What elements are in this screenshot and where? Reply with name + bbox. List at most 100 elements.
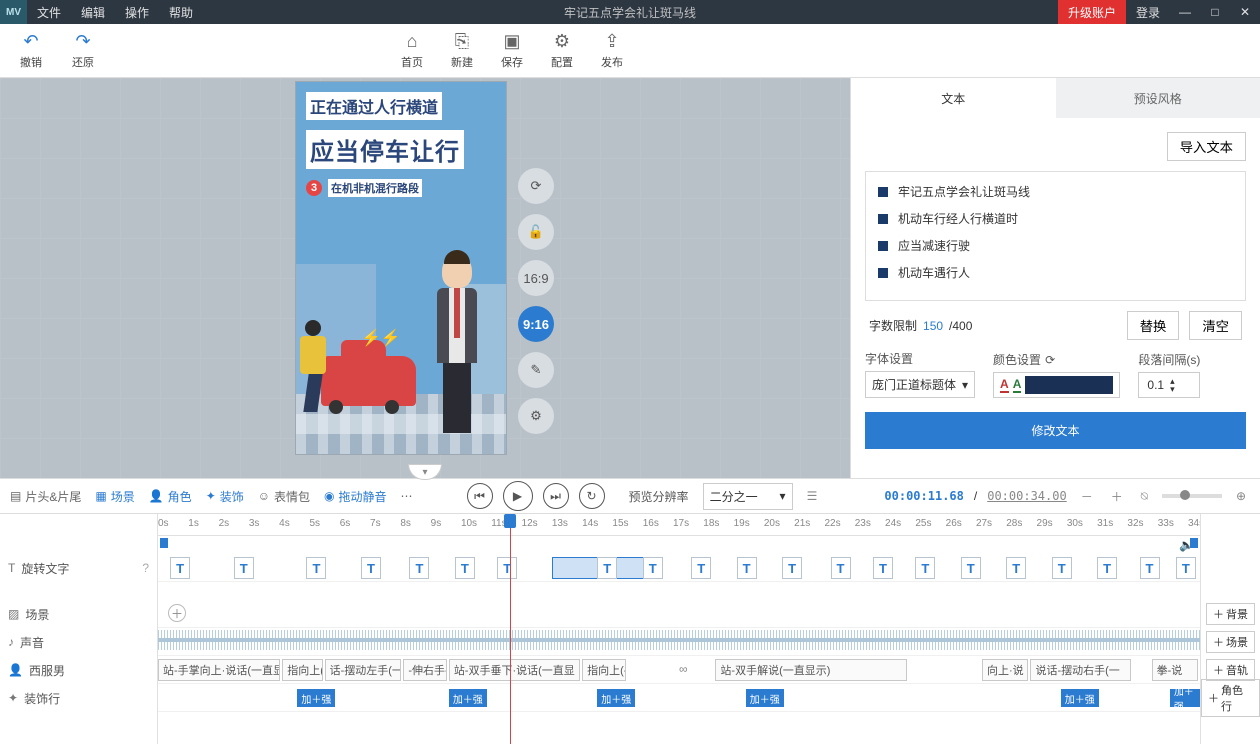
track-label-character[interactable]: 👤西服男: [0, 656, 157, 684]
text-line-item[interactable]: 机动车行经人行横道时: [876, 205, 1235, 232]
text-keyframe[interactable]: T: [1097, 557, 1117, 579]
zoom-in-button[interactable]: ⊕: [1232, 489, 1250, 503]
text-keyframe[interactable]: T: [1006, 557, 1026, 579]
ratio-16-9-button[interactable]: 16:9: [518, 260, 554, 296]
scene-track-row[interactable]: ＋: [158, 600, 1200, 628]
layers-icon[interactable]: ☰: [807, 489, 818, 503]
clear-button[interactable]: 清空: [1189, 311, 1242, 340]
text-keyframe[interactable]: T: [170, 557, 190, 579]
text-line-item[interactable]: 牢记五点学会礼让斑马线: [876, 178, 1235, 205]
menu-help[interactable]: 帮助: [159, 0, 203, 24]
decor-marker[interactable]: 加＋强: [597, 689, 635, 707]
color-control[interactable]: A A: [993, 372, 1120, 398]
text-keyframe[interactable]: T: [873, 557, 893, 579]
menu-file[interactable]: 文件: [27, 0, 71, 24]
next-button[interactable]: ⏭: [543, 483, 569, 509]
prev-button[interactable]: ⏮: [467, 483, 493, 509]
tab-text[interactable]: 文本: [851, 78, 1056, 118]
canvas-area[interactable]: 正在通过人行横道 应当停车让行 3 在机非机混行路段 ⚡⚡ ⟳ 🔓 16:9: [0, 78, 850, 478]
text-keyframe[interactable]: T: [961, 557, 981, 579]
character-clip[interactable]: 站-双手垂下·说话(一直显: [449, 659, 580, 681]
track-label-decor[interactable]: ✦装饰行: [0, 684, 157, 712]
play-button[interactable]: ▶: [503, 481, 533, 511]
role-button[interactable]: 👤角色: [149, 488, 192, 505]
decor-marker[interactable]: 加＋强: [297, 689, 335, 707]
time-total[interactable]: 00:00:34.00: [987, 489, 1066, 503]
refresh-icon[interactable]: ⟳: [1045, 353, 1055, 367]
expand-down-button[interactable]: ▾: [408, 464, 442, 480]
font-select[interactable]: 庞门正道标题体▾: [865, 371, 975, 398]
emoji-button[interactable]: ☺表情包: [258, 488, 310, 505]
minimize-button[interactable]: —: [1170, 0, 1200, 24]
text-keyframe[interactable]: T: [306, 557, 326, 579]
decor-marker[interactable]: 加＋强: [1061, 689, 1099, 707]
text-keyframe[interactable]: T: [409, 557, 429, 579]
text-line-item[interactable]: 机动车遇行人: [876, 259, 1235, 286]
character-clip[interactable]: 话-摆动左手(一: [325, 659, 402, 681]
import-text-button[interactable]: 导入文本: [1167, 132, 1246, 161]
close-button[interactable]: ✕: [1230, 0, 1260, 24]
text-keyframe[interactable]: T: [455, 557, 475, 579]
text-track-row[interactable]: 🔈 TTTTTTTTTTTTTTTTTTTTTT: [158, 554, 1200, 582]
refresh-stage-button[interactable]: ⟳: [518, 168, 554, 204]
time-minus-button[interactable]: －: [1077, 488, 1097, 505]
save-button[interactable]: ▣保存: [501, 31, 523, 70]
character-clip[interactable]: 指向上(-: [582, 659, 625, 681]
character-clip[interactable]: 向上·说: [982, 659, 1028, 681]
maximize-button[interactable]: □: [1200, 0, 1230, 24]
text-keyframe[interactable]: T: [497, 557, 517, 579]
head-tail-button[interactable]: ▤片头&片尾: [10, 488, 81, 505]
range-start-marker[interactable]: [160, 538, 168, 548]
text-color-b-icon[interactable]: A: [1013, 377, 1022, 393]
character-track-row[interactable]: 站-手掌向上·说话(一直显指向上(-话-摆动左手(一-伸右手-站-双手垂下·说话…: [158, 656, 1200, 684]
text-keyframe[interactable]: T: [234, 557, 254, 579]
add-scene-button[interactable]: ＋场景: [1206, 631, 1255, 653]
config-button[interactable]: ⚙配置: [551, 31, 573, 70]
zoom-slider[interactable]: [1162, 494, 1222, 498]
track-label-text[interactable]: T旋转文字?: [0, 554, 157, 582]
text-keyframe[interactable]: T: [782, 557, 802, 579]
lock-stage-button[interactable]: 🔓: [518, 214, 554, 250]
tab-preset[interactable]: 预设风格: [1056, 78, 1260, 118]
decor-track-row[interactable]: 加＋强加＋强加＋强加＋强加＋强加＋强: [158, 684, 1200, 712]
speaker-icon[interactable]: 🔈: [1179, 538, 1194, 552]
time-ruler[interactable]: 0s1s2s3s4s5s6s7s8s9s10s11s12s13s14s15s16…: [158, 514, 1200, 536]
undo-button[interactable]: ↶ 撤销: [20, 31, 42, 70]
menu-action[interactable]: 操作: [115, 0, 159, 24]
loop-button[interactable]: ↻: [579, 483, 605, 509]
text-keyframe[interactable]: T: [831, 557, 851, 579]
color-swatch[interactable]: [1025, 376, 1113, 394]
add-background-button[interactable]: ＋背景: [1206, 603, 1255, 625]
add-role-row-button[interactable]: ＋角色行: [1201, 679, 1260, 717]
audio-waveform[interactable]: [158, 630, 1200, 650]
text-keyframe[interactable]: T: [1052, 557, 1072, 579]
video-stage[interactable]: 正在通过人行横道 应当停车让行 3 在机非机混行路段 ⚡⚡: [296, 82, 506, 454]
replace-button[interactable]: 替换: [1127, 311, 1180, 340]
text-keyframe[interactable]: T: [737, 557, 757, 579]
edit-stage-button[interactable]: ✎: [518, 352, 554, 388]
sound-track-row[interactable]: 🔈: [158, 628, 1200, 656]
character-clip[interactable]: 站-手掌向上·说话(一直显: [158, 659, 280, 681]
drag-mute-toggle[interactable]: ◉拖动静音: [324, 488, 387, 505]
text-keyframe[interactable]: T: [643, 557, 663, 579]
paragraph-gap-stepper[interactable]: 0.1▴▾: [1138, 372, 1200, 398]
scene-button[interactable]: ▦场景: [95, 488, 134, 505]
text-line-item[interactable]: 应当减速行驶: [876, 232, 1235, 259]
character-clip[interactable]: 指向上(-: [282, 659, 322, 681]
text-keyframe[interactable]: T: [915, 557, 935, 579]
character-clip[interactable]: 说话-摆动右手(一: [1030, 659, 1131, 681]
add-audio-button[interactable]: ＋音轨: [1206, 659, 1255, 681]
modify-text-button[interactable]: 修改文本: [865, 412, 1246, 449]
text-line-list[interactable]: 牢记五点学会礼让斑马线 机动车行经人行横道时 应当减速行驶 机动车遇行人: [865, 171, 1246, 301]
decor-marker[interactable]: 加＋强: [746, 689, 784, 707]
new-button[interactable]: ⎘新建: [451, 31, 473, 70]
text-keyframe[interactable]: T: [1176, 557, 1196, 579]
character-clip[interactable]: 站-双手解说(一直显示): [715, 659, 907, 681]
decor-button[interactable]: ✦装饰: [206, 488, 244, 505]
home-button[interactable]: ⌂首页: [401, 31, 423, 70]
zoom-out-button[interactable]: ⍉: [1137, 489, 1152, 504]
playhead[interactable]: [510, 514, 511, 744]
settings-stage-button[interactable]: ⚙: [518, 398, 554, 434]
text-keyframe[interactable]: T: [691, 557, 711, 579]
time-plus-button[interactable]: ＋: [1107, 488, 1127, 505]
